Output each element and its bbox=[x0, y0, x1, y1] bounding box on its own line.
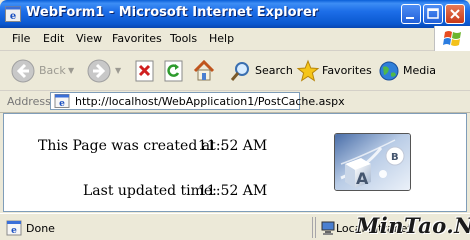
created-label: This Page was created at : bbox=[38, 138, 225, 154]
home-button[interactable] bbox=[191, 56, 217, 86]
svg-text:e: e bbox=[59, 99, 65, 108]
page-done-icon: e bbox=[6, 220, 22, 236]
menu-help[interactable]: Help bbox=[209, 32, 234, 45]
updated-label: Last updated time: bbox=[83, 183, 217, 199]
maximize-button[interactable] bbox=[423, 4, 443, 24]
toolbar: Back ▼ ▼ Search Favorites Media bbox=[0, 51, 470, 91]
watermark: MinTao.Net bbox=[356, 213, 470, 238]
status-divider bbox=[312, 217, 316, 238]
forward-dropdown-icon[interactable]: ▼ bbox=[115, 66, 121, 75]
close-icon bbox=[450, 9, 460, 19]
favorites-label: Favorites bbox=[322, 64, 372, 77]
favorites-button[interactable]: Favorites bbox=[296, 56, 372, 86]
back-arrow-icon bbox=[11, 59, 35, 83]
window-title: WebForm1 - Microsoft Internet Explorer bbox=[26, 5, 319, 20]
svg-text:e: e bbox=[11, 226, 17, 236]
media-button[interactable]: Media bbox=[377, 56, 437, 86]
menu-tools[interactable]: Tools bbox=[170, 32, 197, 45]
back-dropdown-icon[interactable]: ▼ bbox=[68, 66, 74, 75]
refresh-button[interactable] bbox=[162, 56, 186, 86]
media-globe-icon bbox=[379, 61, 399, 81]
forward-arrow-icon bbox=[87, 59, 111, 83]
back-button[interactable]: Back ▼ bbox=[8, 56, 78, 86]
address-bar: Address e http://localhost/WebApplicatio… bbox=[0, 91, 470, 113]
local-intranet-icon bbox=[321, 221, 335, 235]
favorites-star-icon bbox=[296, 59, 320, 82]
maximize-icon bbox=[427, 8, 439, 19]
page-icon: e bbox=[54, 94, 70, 108]
menu-favorites[interactable]: Favorites bbox=[112, 32, 162, 45]
address-url: http://localhost/WebApplication1/PostCac… bbox=[75, 95, 345, 108]
minimize-icon bbox=[406, 17, 414, 19]
back-label: Back bbox=[39, 64, 66, 77]
menu-bar: File Edit View Favorites Tools Help bbox=[0, 28, 470, 51]
stop-icon bbox=[135, 60, 154, 82]
image-letter-a: A bbox=[356, 169, 369, 188]
menu-view[interactable]: View bbox=[76, 32, 102, 45]
updated-time: 11:52 AM bbox=[198, 183, 268, 199]
stop-button[interactable] bbox=[133, 56, 157, 86]
menu-edit[interactable]: Edit bbox=[43, 32, 64, 45]
svg-text:e: e bbox=[10, 11, 16, 22]
address-label: Address bbox=[7, 95, 51, 108]
search-icon bbox=[230, 62, 249, 81]
address-input[interactable]: e http://localhost/WebApplication1/PostC… bbox=[50, 92, 345, 110]
home-icon bbox=[193, 59, 215, 81]
created-time: 11:52 AM bbox=[198, 138, 268, 154]
page-content: This Page was created at : 11:52 AM Last… bbox=[3, 113, 467, 212]
minimize-button[interactable] bbox=[401, 4, 421, 24]
status-text: Done bbox=[26, 222, 55, 235]
close-button[interactable] bbox=[445, 4, 465, 24]
windows-logo-icon bbox=[434, 26, 470, 52]
menu-file[interactable]: File bbox=[12, 32, 30, 45]
search-button[interactable]: Search bbox=[229, 56, 293, 86]
media-label: Media bbox=[403, 64, 437, 77]
ie-app-icon: e bbox=[5, 6, 21, 22]
image-letter-b: B bbox=[391, 152, 399, 163]
refresh-icon bbox=[164, 60, 183, 82]
search-label: Search bbox=[255, 64, 293, 77]
letters-graphic: A B bbox=[335, 134, 410, 190]
ie-window: e WebForm1 - Microsoft Internet Explorer… bbox=[0, 0, 470, 240]
forward-button[interactable]: ▼ bbox=[84, 56, 124, 86]
title-bar[interactable]: e WebForm1 - Microsoft Internet Explorer bbox=[0, 0, 470, 28]
letters-image: A B bbox=[334, 133, 411, 191]
